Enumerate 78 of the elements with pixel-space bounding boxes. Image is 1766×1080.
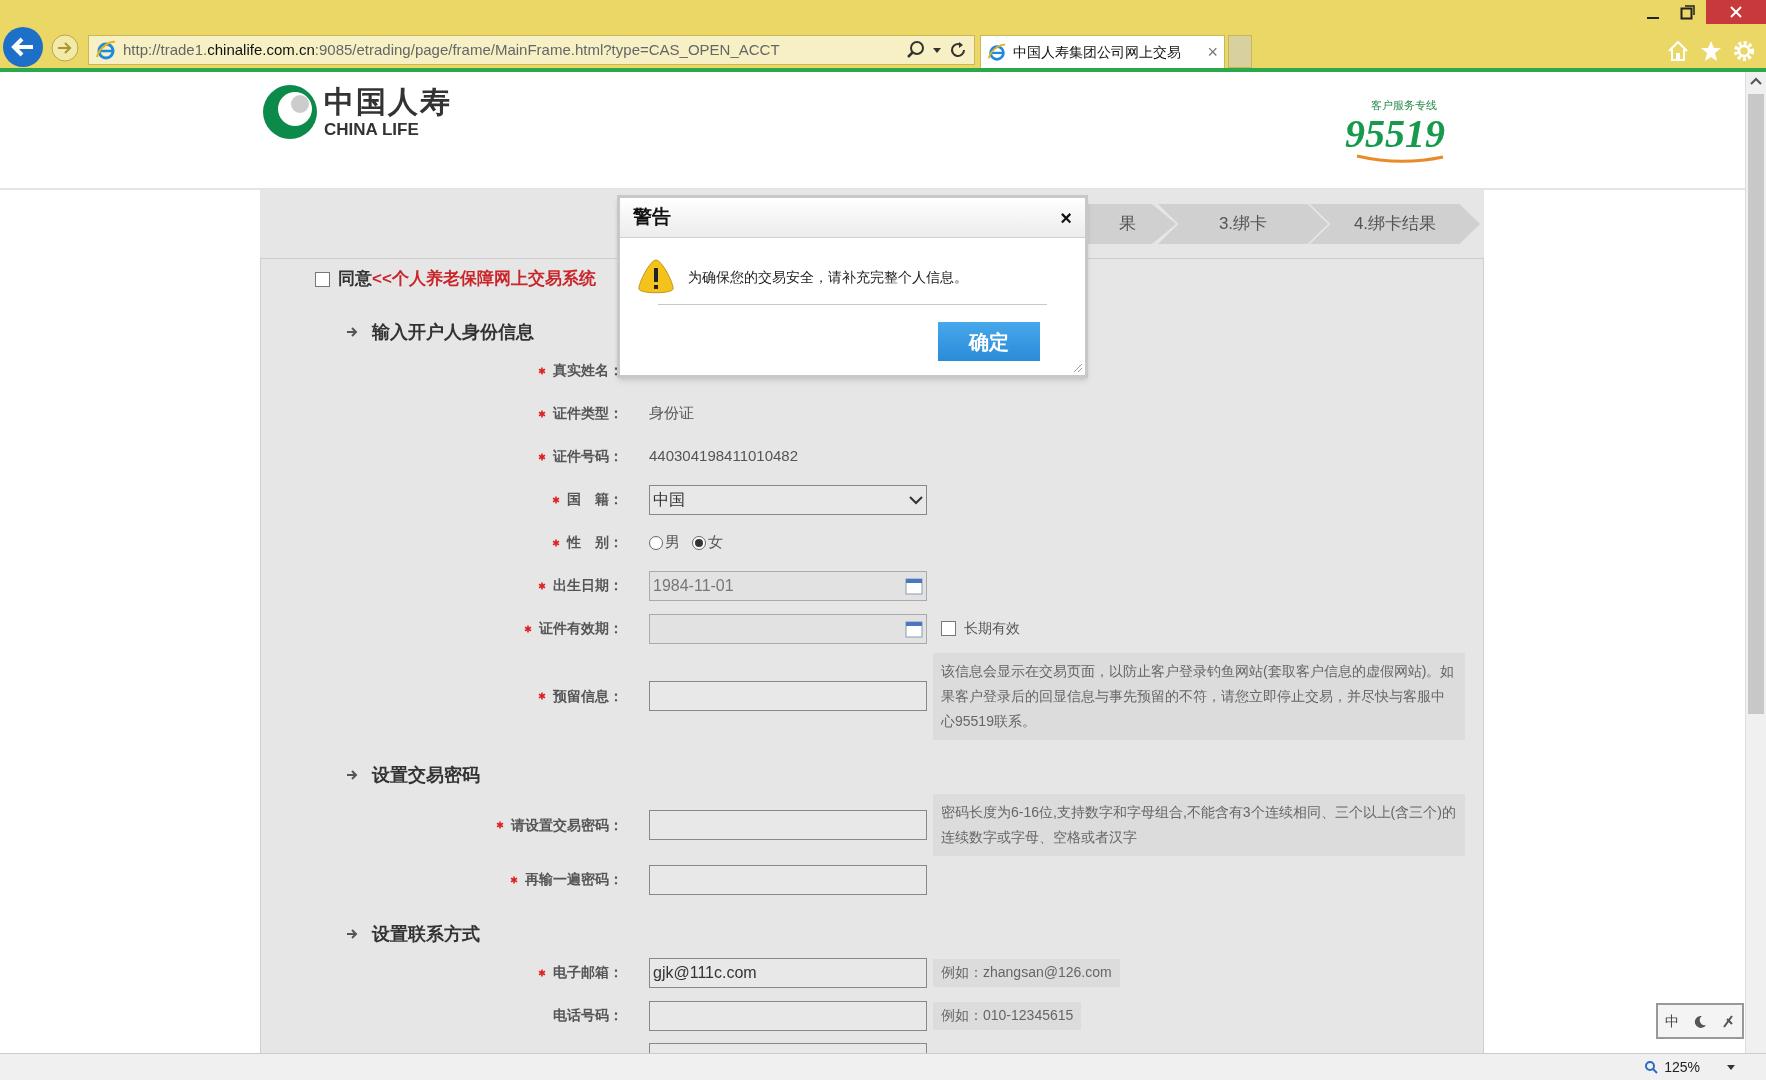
- address-field[interactable]: http://trade1.chinalife.com.cn:9085/etrading/page/frame/MainFrame.html?type=CAS_OPEN_ACCT: [88, 35, 975, 65]
- field-label: 证件类型：: [553, 404, 623, 423]
- example-hint: 例如：zhangsan@126.com: [933, 958, 1120, 987]
- input-field[interactable]: gjk@111c.com: [649, 957, 927, 988]
- browser-logo-icon: [95, 39, 117, 61]
- ime-toolbar[interactable]: 中: [1656, 1003, 1744, 1039]
- close-icon[interactable]: [1706, 0, 1766, 24]
- input-field[interactable]: [649, 864, 927, 895]
- checkbox[interactable]: [941, 621, 956, 636]
- field-label: 性 别：: [567, 533, 623, 552]
- back-button[interactable]: [2, 26, 44, 68]
- input-field[interactable]: [649, 681, 927, 711]
- tab-close-button[interactable]: ×: [1207, 43, 1218, 61]
- field-label: 请设置交易密码：: [511, 815, 623, 835]
- zoom-level[interactable]: 125%: [1664, 1056, 1700, 1078]
- refresh-icon[interactable]: [948, 40, 968, 60]
- field-label: 证件号码：: [553, 447, 623, 466]
- calendar-icon[interactable]: [905, 576, 923, 595]
- dropdown-caret-icon[interactable]: [1726, 1063, 1736, 1071]
- chevron-down-icon: [909, 494, 923, 505]
- country-dropdown[interactable]: 中国: [649, 484, 927, 515]
- hint-text: 该信息会显示在交易页面，以防止客户登录钓鱼网站(套取客户信息的虚假网站)。如果客户登录后的回显信息与事先预留的不符，请您立即停止交易，并尽快与客服中心95519联系。: [933, 652, 1465, 740]
- scrollbar[interactable]: [1745, 72, 1766, 1053]
- date-field[interactable]: [649, 613, 927, 644]
- field-value: 440304198411010482: [649, 446, 799, 467]
- section-heading: 输入开户人身份信息: [372, 320, 534, 344]
- dialog-message: 为确保您的交易安全，请补充完整个人信息。: [688, 267, 968, 287]
- arrow-icon: [346, 929, 358, 939]
- input-field[interactable]: [649, 810, 927, 840]
- resize-grip-icon[interactable]: [1071, 361, 1083, 373]
- arrow-icon: [346, 327, 358, 337]
- scrollbar-thumb[interactable]: [1748, 94, 1764, 714]
- hotline-caption: 客户服务专线: [1371, 98, 1437, 113]
- search-icon[interactable]: [906, 40, 926, 60]
- hotline-number: 95519: [1345, 113, 1445, 154]
- agree-label: 同意: [338, 268, 372, 291]
- star-icon[interactable]: [1699, 39, 1723, 63]
- agree-checkbox[interactable]: [315, 271, 330, 287]
- field-label: 国 籍：: [567, 490, 623, 509]
- browser-tab[interactable]: 中国人寿集团公司网上交易 ×: [980, 35, 1225, 68]
- agreement-link[interactable]: <<个人养老保障网上交易系统: [372, 266, 596, 292]
- radio-label: 男: [665, 532, 680, 553]
- dropdown-caret-icon[interactable]: [932, 46, 942, 54]
- field-label: 出生日期：: [553, 576, 623, 595]
- ime-mode[interactable]: 中: [1665, 1010, 1679, 1032]
- arrow-icon: [346, 770, 358, 780]
- logo-title: 中国人寿: [324, 86, 452, 117]
- field-label: 电话号码：: [553, 1006, 623, 1025]
- field-label: 再输一遍密码：: [525, 870, 623, 889]
- calendar-icon[interactable]: [905, 619, 923, 638]
- field-label: 证件有效期：: [539, 619, 623, 638]
- window-restore-icon[interactable]: [1680, 4, 1696, 20]
- forward-button[interactable]: [51, 34, 79, 62]
- field-value: 身份证: [649, 403, 694, 424]
- radio-label: 女: [708, 532, 723, 553]
- field-label: 真实姓名：: [553, 361, 623, 380]
- radio-button[interactable]: [649, 535, 663, 550]
- field-label: 电子邮箱：: [553, 963, 623, 982]
- tab-title: 中国人寿集团公司网上交易: [1013, 42, 1181, 62]
- zoom-icon[interactable]: [1645, 1060, 1659, 1074]
- hint-text: 密码长度为6-16位,支持数字和字母组合,不能含有3个连续相同、三个以上(含三个)的连续数字或字母、空格或者汉字: [933, 794, 1465, 856]
- logo-subtitle: CHINA LIFE: [324, 120, 420, 138]
- address-text: http://trade1.chinalife.com.cn:9085/etrading/page/frame/MainFrame.html?type=CAS_OPEN_ACCT: [123, 39, 780, 60]
- moon-icon[interactable]: [1693, 1014, 1707, 1028]
- checkbox-label: 长期有效: [964, 619, 1020, 638]
- date-field[interactable]: 1984-11-01: [649, 570, 927, 601]
- close-button[interactable]: ×: [1060, 207, 1072, 228]
- radio-button[interactable]: [692, 535, 706, 550]
- warning-icon: [636, 258, 676, 296]
- swoosh-icon: [1355, 153, 1445, 164]
- section-heading: 设置联系方式: [372, 922, 480, 946]
- example-hint: 例如：010-12345615: [933, 1001, 1082, 1030]
- field-label: 预留信息：: [553, 686, 623, 706]
- input-field[interactable]: [649, 1000, 927, 1031]
- browser-logo-icon: [987, 42, 1007, 62]
- logo-icon: [262, 84, 318, 140]
- section-heading: 设置交易密码: [372, 763, 480, 787]
- dialog-title: 警告: [633, 205, 671, 230]
